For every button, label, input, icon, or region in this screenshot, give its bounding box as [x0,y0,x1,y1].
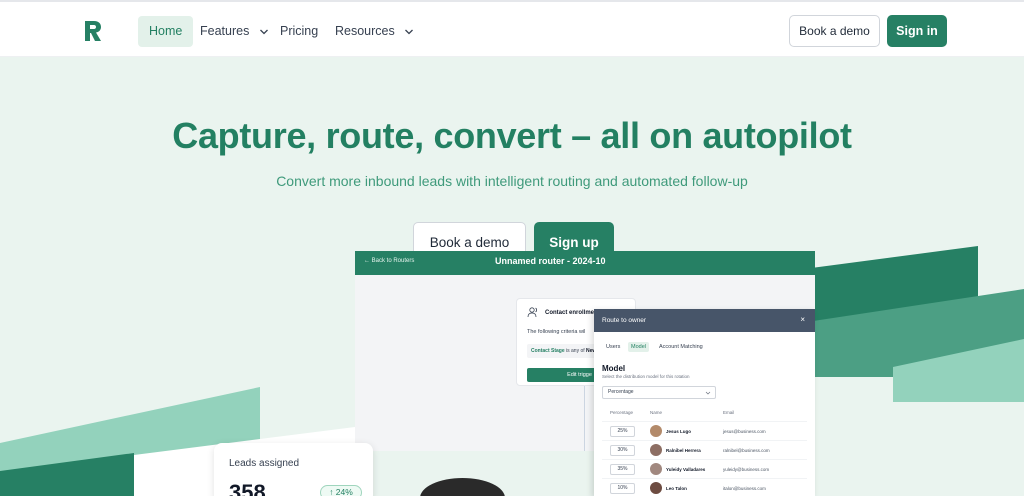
percentage-input[interactable]: 35% [610,464,635,475]
table-row: 35% Yuleidy Valladares yuleidy@business.… [602,459,807,478]
user-email: yuleidy@business.com [723,467,770,472]
user-email: jesus@business.com [723,429,766,434]
book-demo-button[interactable]: Book a demo [789,15,880,47]
route-panel-title: Route to owner [602,317,647,324]
table-row: 30% Ralnibel Herrera ralnibel@business.c… [602,440,807,459]
select-value: Percentage [608,389,634,395]
tab-account-matching[interactable]: Account Matching [656,342,706,352]
router-title: Unnamed router - 2024-10 [495,256,606,266]
hero-sign-up-label: Sign up [549,235,599,250]
percentage-input[interactable]: 25% [610,426,635,437]
hero-subtitle: Convert more inbound leads with intellig… [276,173,748,189]
chevron-down-icon [259,29,268,35]
back-to-routers-link[interactable]: ← Back to Routers [364,258,414,264]
route-tabs: Users Model Account Matching [594,340,815,354]
tab-model[interactable]: Model [628,342,649,352]
users-icon [527,307,538,318]
chevron-down-icon [705,391,711,395]
user-name: Leo Talon [666,486,687,491]
sign-in-button[interactable]: Sign in [887,15,947,47]
table-row: 10% Leo Talon italon@business.com [602,478,807,496]
nav-resources-label: Resources [335,24,395,38]
avatar [650,444,662,456]
route-panel-header: Route to owner × [594,309,815,332]
nav-home-label: Home [149,24,183,38]
leads-value: 358 [229,480,266,496]
tab-users[interactable]: Users [603,342,623,352]
hero-book-demo-label: Book a demo [429,235,510,250]
model-subtitle: Select the distribution model for this r… [602,374,690,379]
header-percentage: Percentage [610,410,634,415]
route-to-owner-panel: Route to owner × Users Model Account Mat… [594,309,815,496]
nav-resources[interactable]: Resources [324,16,425,47]
user-name: Jesus Lugo [666,429,692,434]
model-title: Model [602,364,626,373]
close-icon[interactable]: × [800,315,805,324]
header-email: Email [723,410,735,415]
contact-card-title: Contact enrollme [545,310,595,316]
avatar [650,463,662,475]
percentage-input[interactable]: 10% [610,483,635,494]
contact-card-text: The following criteria wil [527,329,586,335]
flow-connector [584,386,585,451]
sign-in-label: Sign in [896,24,938,38]
leads-title: Leads assigned [229,458,300,469]
table-row: 25% Jesus Lugo jesus@business.com [602,421,807,440]
avatar [650,425,662,437]
criteria-operator: is any of [566,348,585,354]
user-email: ralnibel@business.com [723,448,770,453]
hero-title: Capture, route, convert – all on autopil… [172,115,852,156]
nav-features-label: Features [200,24,250,38]
header-name: Name [650,410,663,415]
criteria-field: Contact Stage [531,348,565,354]
logo-icon[interactable] [83,19,103,43]
nav-home[interactable]: Home [138,16,194,47]
top-nav: Home Features Pricing Resources Book a d… [0,0,1024,57]
nav-features[interactable]: Features [189,16,280,47]
nav-pricing[interactable]: Pricing [269,16,329,47]
leads-change-badge: ↑ 24% [320,485,362,496]
nav-pricing-label: Pricing [280,24,319,38]
user-name: Ralnibel Herrera [666,448,701,453]
percentage-input[interactable]: 30% [610,445,635,456]
user-name: Yuleidy Valladares [666,467,706,472]
user-email: italon@business.com [723,486,766,491]
mockup-header: ← Back to Routers Unnamed router - 2024-… [355,251,815,275]
chevron-down-icon [405,29,414,35]
distribution-model-select[interactable]: Percentage [602,386,716,399]
avatar [650,482,662,494]
leads-assigned-card: Leads assigned 358 ↑ 24% [214,443,373,496]
book-demo-label: Book a demo [799,24,870,38]
